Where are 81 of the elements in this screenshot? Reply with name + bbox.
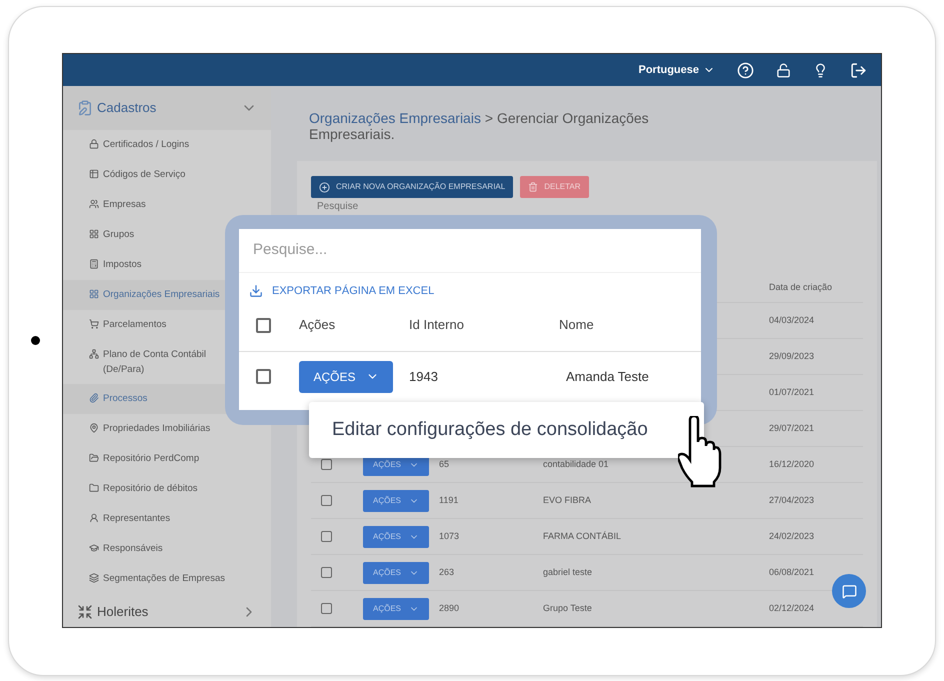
sidebar-item[interactable]: Responsáveis <box>63 534 271 564</box>
date-cell-text: 24/02/2023 <box>769 530 816 543</box>
date-cell-text: 02/12/2024 <box>769 602 816 615</box>
item-icon <box>89 289 99 299</box>
item-icon <box>89 453 99 463</box>
shrink-icon <box>77 604 93 620</box>
checkbox[interactable] <box>321 603 332 614</box>
language-selector[interactable]: Portuguese <box>638 62 715 78</box>
item-icon <box>89 319 99 329</box>
id-cell-text: 1191 <box>439 494 460 507</box>
id-cell-text: 2890 <box>439 602 460 615</box>
checkbox[interactable] <box>321 495 332 506</box>
checkbox[interactable] <box>321 531 332 542</box>
date-cell-text: 29/07/2021 <box>769 422 816 435</box>
item-icon <box>89 423 99 433</box>
checkbox[interactable] <box>321 459 332 470</box>
id-cell-text: 1943 <box>409 368 439 386</box>
chat-icon <box>842 584 856 598</box>
name-cell-text: FARMA CONTÁBIL <box>543 530 622 543</box>
id-cell-text: 65 <box>439 458 450 471</box>
checkbox[interactable] <box>256 369 271 384</box>
id-cell-text: 1073 <box>439 530 460 543</box>
search-field[interactable]: Pesquise <box>311 201 358 212</box>
sidebar-item[interactable]: Empresas <box>63 190 271 220</box>
actions-button[interactable]: AÇÕES <box>363 598 429 620</box>
column-header: Id Interno <box>409 316 465 334</box>
breadcrumb: Organizações Empresariais > Gerenciar Organizações Empresariais. <box>308 110 650 142</box>
item-icon <box>89 483 99 493</box>
name-cell-text: EVO FIBRA <box>543 494 592 507</box>
create-button[interactable]: CRIAR NOVA ORGANIZAÇÃO EMPRESARIAL <box>311 176 514 198</box>
sidebar-item[interactable]: Segmentações de Empresas <box>63 564 271 594</box>
date-cell-text: 16/12/2020 <box>769 458 816 471</box>
section-label: Holerites <box>97 603 150 622</box>
date-cell-text: 29/09/2023 <box>769 350 816 363</box>
actions-button[interactable]: AÇÕES <box>363 490 429 512</box>
item-icon <box>89 513 99 523</box>
name-cell-text: Amanda Teste <box>566 368 649 386</box>
sidebar-item[interactable]: Propriedades Imobiliárias <box>63 414 271 444</box>
item-icon <box>89 543 99 553</box>
column-header: Ações <box>299 316 336 334</box>
item-icon <box>89 199 99 209</box>
plus-circle-icon <box>319 182 330 192</box>
sidebar-item[interactable]: Repositório de débitos <box>63 474 271 504</box>
date-cell-text: 06/08/2021 <box>769 566 816 579</box>
lightbulb-icon[interactable] <box>813 62 828 78</box>
lock-icon[interactable] <box>776 62 791 78</box>
column-header: Data de criação <box>769 280 834 294</box>
checkbox[interactable] <box>321 567 332 578</box>
date-cell-text: 01/07/2021 <box>769 386 816 399</box>
item-icon <box>89 393 99 403</box>
item-icon <box>89 169 99 179</box>
actions-button[interactable]: AÇÕES <box>363 562 429 584</box>
column-header: Nome <box>559 316 594 334</box>
sidebar-item[interactable]: Códigos de Serviço <box>63 160 271 190</box>
sidebar-section[interactable]: Holerites <box>63 594 271 627</box>
section-label: Cadastros <box>97 99 158 118</box>
sidebar-item[interactable]: Certificados / Logins <box>63 130 271 160</box>
sidebar-section[interactable]: Cadastros <box>63 86 271 130</box>
search-field[interactable]: Pesquise... <box>239 229 701 273</box>
name-cell-text: Grupo Teste <box>543 602 593 615</box>
download-icon <box>249 284 263 298</box>
item-icon <box>89 259 99 269</box>
id-cell-text: 263 <box>439 566 456 579</box>
item-icon <box>89 349 99 359</box>
clipboard-icon <box>77 100 93 116</box>
checkbox[interactable] <box>256 318 271 332</box>
item-icon <box>89 229 99 239</box>
help-icon[interactable] <box>737 62 754 78</box>
date-cell-text: 04/03/2024 <box>769 314 816 327</box>
name-cell-text: contabilidade 01 <box>543 458 610 471</box>
logout-icon[interactable] <box>850 62 867 78</box>
name-cell-text: gabriel teste <box>543 566 594 579</box>
item-icon <box>89 139 99 149</box>
menu-item[interactable]: Editar configurações de consolidação <box>332 416 648 444</box>
actions-button[interactable]: AÇÕES <box>363 526 429 548</box>
sidebar-item[interactable]: Representantes <box>63 504 271 534</box>
item-icon <box>89 573 99 583</box>
actions-button[interactable]: AÇÕES <box>299 360 393 392</box>
trash-icon <box>528 182 538 192</box>
date-cell-text: 27/04/2023 <box>769 494 816 507</box>
sidebar-item[interactable]: Repositório PerdComp <box>63 444 271 474</box>
